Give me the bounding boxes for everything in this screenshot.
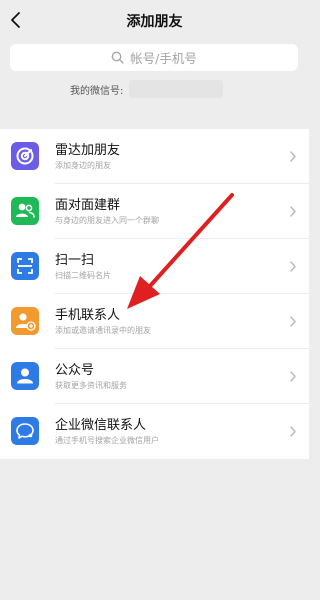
my-wechat-id-label: 我的微信号: — [70, 85, 124, 97]
page-title: 添加朋友 — [126, 14, 183, 30]
scan-icon — [11, 252, 39, 280]
search-input[interactable]: 帐号/手机号 — [10, 44, 298, 71]
official-account-icon — [11, 362, 39, 390]
item-subtitle: 与身边的朋友进入同一个群聊 — [55, 216, 159, 225]
radar-add-friend-item[interactable]: 雷达加朋友 添加身边的朋友 — [0, 129, 309, 184]
work-wechat-icon — [11, 417, 39, 445]
item-subtitle: 添加或邀请通讯录中的朋友 — [55, 326, 151, 335]
chevron-right-icon — [290, 151, 296, 162]
item-subtitle: 添加身边的朋友 — [55, 161, 111, 170]
scan-item[interactable]: 扫一扫 扫描二维码名片 — [0, 239, 309, 294]
chevron-right-icon — [290, 206, 296, 217]
top-bar: 添加朋友 — [0, 0, 309, 40]
chevron-right-icon — [290, 316, 296, 327]
chevron-right-icon — [290, 371, 296, 382]
item-title: 公众号 — [55, 363, 95, 378]
face-to-face-group-item[interactable]: 面对面建群 与身边的朋友进入同一个群聊 — [0, 184, 309, 239]
item-subtitle: 扫描二维码名片 — [55, 271, 111, 280]
radar-icon — [11, 142, 39, 170]
item-title: 面对面建群 — [55, 198, 121, 213]
chevron-right-icon — [290, 261, 296, 272]
add-contact-icon — [11, 307, 39, 335]
search-placeholder: 帐号/手机号 — [130, 51, 197, 66]
item-subtitle: 通过手机号搜索企业微信用户 — [55, 436, 159, 445]
search-icon — [111, 51, 124, 64]
item-subtitle: 获取更多资讯和服务 — [55, 381, 127, 390]
work-wechat-contacts-item[interactable]: 企业微信联系人 通过手机号搜索企业微信用户 — [0, 404, 309, 459]
item-title: 企业微信联系人 — [55, 418, 147, 433]
add-friend-options: 雷达加朋友 添加身边的朋友 面对面建群 与身边的朋友进入同一个群聊 扫一扫 扫描… — [0, 129, 309, 459]
phone-contacts-item[interactable]: 手机联系人 添加或邀请通讯录中的朋友 — [0, 294, 309, 349]
group-icon — [11, 197, 39, 225]
item-title: 雷达加朋友 — [55, 143, 121, 158]
official-accounts-item[interactable]: 公众号 获取更多资讯和服务 — [0, 349, 309, 404]
item-title: 手机联系人 — [55, 308, 121, 323]
my-wechat-id-value — [129, 80, 224, 98]
item-title: 扫一扫 — [55, 253, 95, 268]
chevron-right-icon — [290, 426, 296, 437]
my-wechat-id: 我的微信号: — [70, 79, 224, 99]
